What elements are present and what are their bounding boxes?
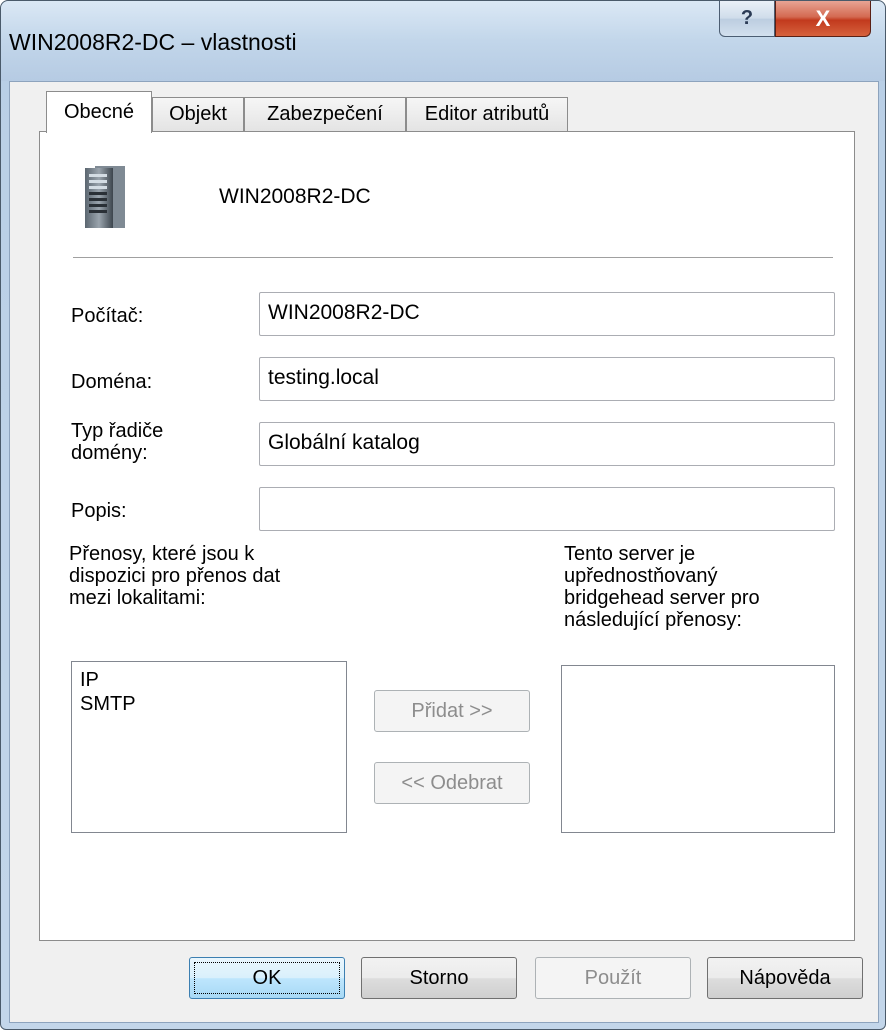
preferred-transports-label-2: upřednostňovaný [564, 565, 718, 587]
question-icon: ? [740, 7, 754, 29]
available-transports-label-1: Přenosy, které jsou k [69, 543, 255, 565]
dialog-window: WIN2008R2-DC – vlastnosti ? X Obecné Obj… [0, 0, 886, 1030]
apply-button[interactable]: Použít [535, 957, 691, 999]
computer-name-heading: WIN2008R2-DC [219, 185, 371, 208]
domain-field[interactable]: testing.local [259, 357, 835, 401]
tab-label: Obecné [63, 101, 135, 123]
preferred-transports-label-1: Tento server je [564, 543, 696, 565]
list-item[interactable]: SMTP [80, 692, 338, 716]
preferred-transports-label-3: bridgehead server pro [564, 587, 760, 609]
tab-zabezpeceni[interactable]: Zabezpečení [244, 97, 406, 131]
domain-label: Doména: [71, 371, 153, 393]
server-icon [85, 166, 125, 228]
dc-type-label-line2: domény: [71, 442, 148, 464]
dc-type-label-line1: Typ řadiče [71, 420, 164, 442]
close-button[interactable]: X [775, 1, 871, 37]
help-button[interactable]: Nápověda [707, 957, 863, 999]
tab-label: Objekt [169, 103, 227, 125]
tab-obecne[interactable]: Obecné [46, 91, 152, 133]
tab-objekt[interactable]: Objekt [152, 97, 244, 131]
available-transports-list[interactable]: IP SMTP [71, 661, 347, 833]
preferred-transports-label-4: následující přenosy: [564, 609, 742, 631]
help-caption-button[interactable]: ? [719, 1, 775, 37]
tab-label: Zabezpečení [267, 103, 383, 125]
description-label: Popis: [71, 500, 127, 522]
close-icon: X [815, 5, 831, 31]
divider [73, 257, 833, 258]
description-field[interactable] [259, 487, 835, 531]
add-transport-button[interactable]: Přidat >> [374, 690, 530, 732]
available-transports-label-3: mezi lokalitami: [69, 587, 206, 609]
tab-editor-atributu[interactable]: Editor atributů [406, 97, 568, 131]
preferred-transports-list[interactable] [561, 665, 835, 833]
tab-label: Editor atributů [424, 103, 550, 125]
focus-rectangle [194, 962, 340, 994]
computer-label: Počítač: [71, 305, 144, 327]
ok-button[interactable]: OK [189, 957, 345, 999]
dc-type-field[interactable]: Globální katalog [259, 422, 835, 466]
computer-field[interactable]: WIN2008R2-DC [259, 292, 835, 336]
available-transports-label-2: dispozici pro přenos dat [69, 565, 281, 587]
window-title: WIN2008R2-DC – vlastnosti [9, 29, 297, 55]
remove-transport-button[interactable]: << Odebrat [374, 762, 530, 804]
cancel-button[interactable]: Storno [361, 957, 517, 999]
list-item[interactable]: IP [80, 668, 338, 692]
